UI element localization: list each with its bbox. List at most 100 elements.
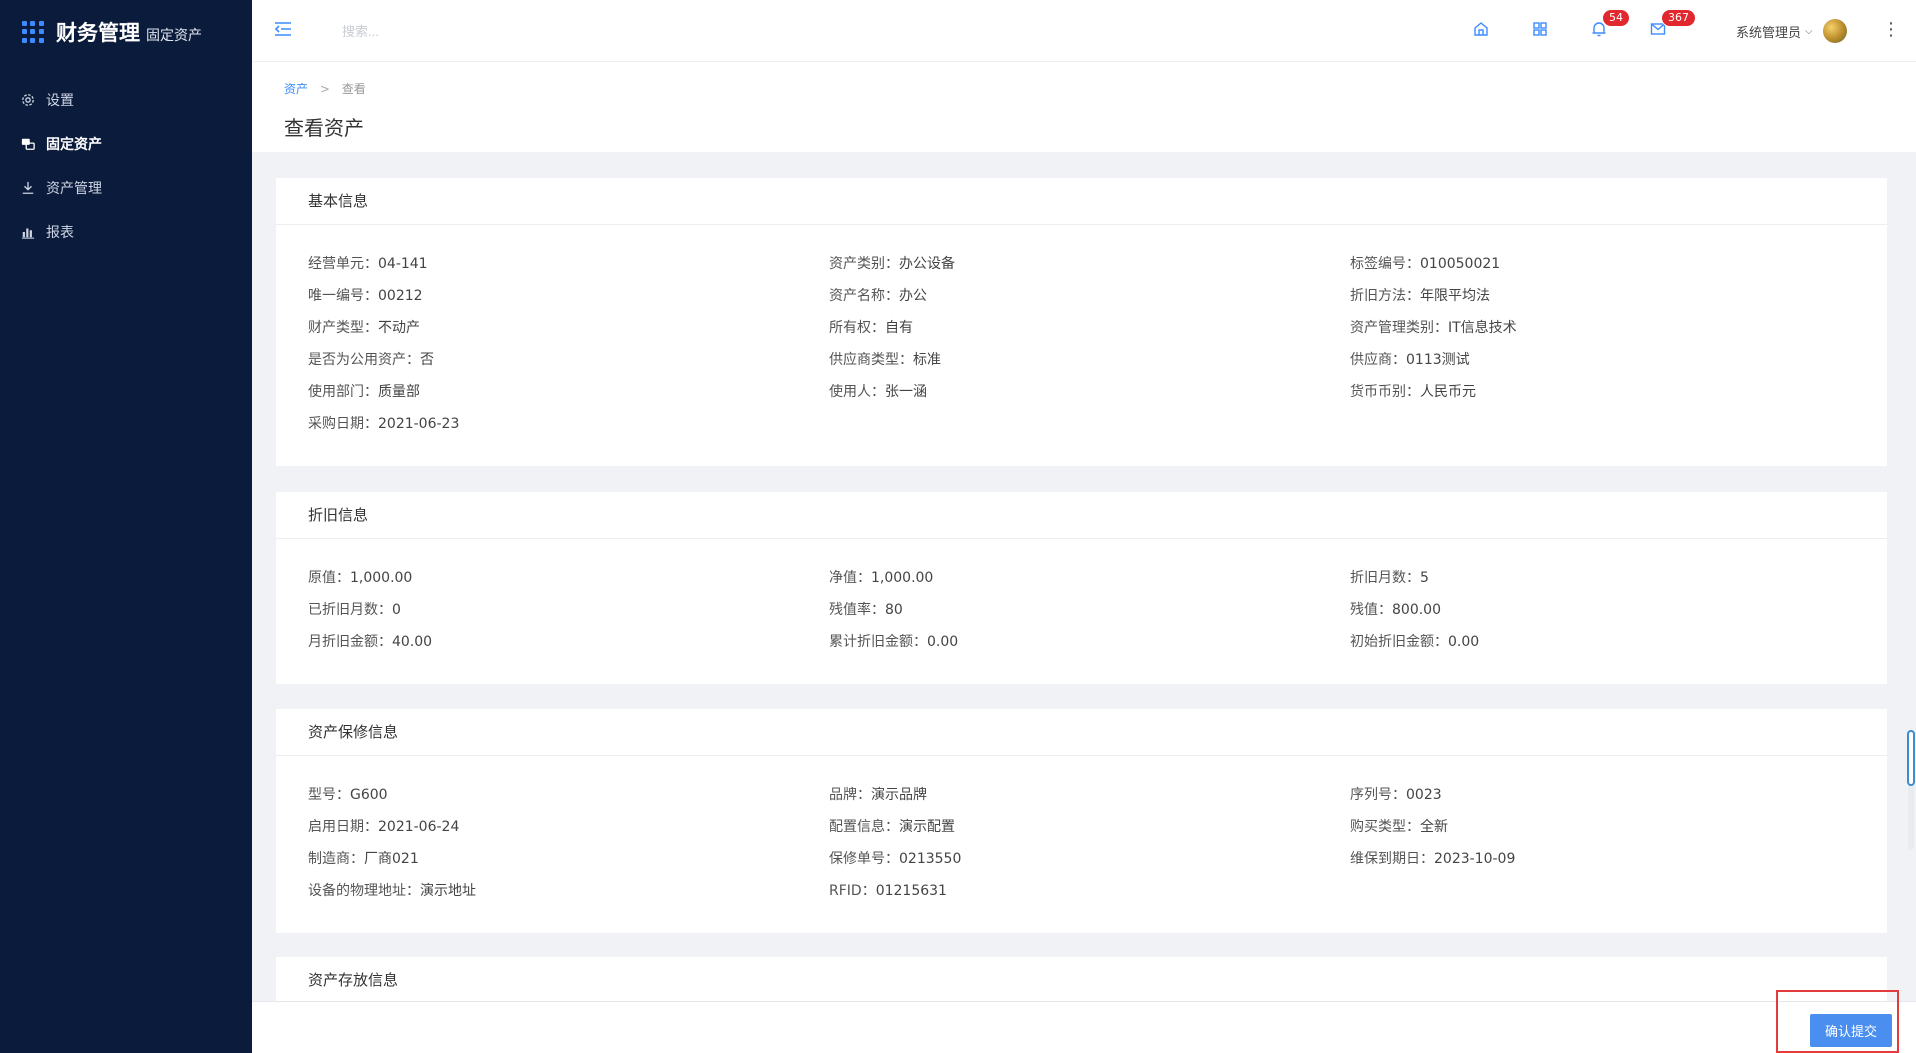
manage-icon	[20, 180, 36, 196]
field-label: 唯一编号：	[308, 288, 378, 304]
section-title: 折旧信息	[276, 492, 1887, 539]
scrollbar[interactable]	[1906, 62, 1916, 1053]
sidebar-item-label: 设置	[46, 93, 74, 109]
asset-icon	[20, 136, 36, 152]
field-rows: 经营单元：04-141 资产类别：办公设备 标签编号：010050021 唯一编号：0…	[276, 225, 1887, 439]
field-value: 人民币元	[1420, 384, 1476, 400]
field-row: 月折旧金额：40.00 累计折旧金额：0.00 初始折旧金额：0.00	[308, 625, 1855, 657]
field-value: 0.00	[927, 634, 959, 650]
field-value: 办公设备	[899, 256, 955, 272]
sidebar-nav: 设置 固定资产 资产管理 报表	[0, 78, 252, 254]
field-item: 启用日期：2021-06-24	[308, 816, 829, 836]
sidebar-item-label: 资产管理	[46, 181, 102, 197]
section-title: 资产保修信息	[276, 709, 1887, 756]
field-label: 月折旧金额：	[308, 634, 392, 650]
field-item: 供应商：0113测试	[1350, 349, 1871, 369]
home-icon[interactable]	[1472, 20, 1492, 40]
field-value: 0213550	[899, 851, 962, 867]
field-item: 已折旧月数：0	[308, 599, 829, 619]
field-row: 经营单元：04-141 资产类别：办公设备 标签编号：010050021	[308, 247, 1855, 279]
search-input[interactable]	[342, 18, 602, 44]
warranty-info-card: 资产保修信息 型号：G600 品牌：演示品牌 序列号：0023 启用日期：2021-0…	[276, 709, 1887, 933]
field-label: 供应商类型：	[829, 352, 913, 368]
field-label: 累计折旧金额：	[829, 634, 927, 650]
sidebar-item-asset-management[interactable]: 资产管理	[0, 166, 252, 210]
sidebar-item-label: 固定资产	[46, 137, 102, 153]
field-item: 所有权：自有	[829, 317, 1350, 337]
field-item: 型号：G600	[308, 784, 829, 804]
avatar[interactable]	[1822, 19, 1847, 43]
field-value: G600	[350, 787, 388, 803]
field-item: 制造商：厂商021	[308, 848, 829, 868]
apps-grid-icon[interactable]	[1531, 20, 1551, 40]
chevron-down-icon: ⌵	[1805, 25, 1813, 37]
gear-icon	[20, 92, 36, 108]
sidebar-item-reports[interactable]: 报表	[0, 210, 252, 254]
messages[interactable]: 367	[1649, 9, 1696, 40]
sidebar-item-settings[interactable]: 设置	[0, 78, 252, 122]
page-header: 资产 > 查看 查看资产	[252, 62, 1916, 152]
notification-bell[interactable]: 54	[1590, 9, 1630, 40]
field-label: 财产类型：	[308, 320, 378, 336]
field-label: 是否为公用资产：	[308, 352, 420, 368]
field-label: 净值：	[829, 570, 871, 586]
field-item: 供应商类型：标准	[829, 349, 1350, 369]
field-row: 型号：G600 品牌：演示品牌 序列号：0023	[308, 778, 1855, 810]
field-item: 经营单元：04-141	[308, 253, 829, 273]
scrollbar-thumb[interactable]	[1907, 730, 1915, 786]
field-value: 厂商021	[364, 851, 419, 867]
field-item: 标签编号：010050021	[1350, 253, 1871, 273]
breadcrumb-root-link[interactable]: 资产	[284, 82, 308, 96]
sidebar-item-fixed-assets[interactable]: 固定资产	[0, 122, 252, 166]
field-row: 启用日期：2021-06-24 配置信息：演示配置 购买类型：全新	[308, 810, 1855, 842]
more-options-icon[interactable]: ⋮	[1882, 20, 1900, 40]
field-value: 年限平均法	[1420, 288, 1490, 304]
field-value: 00212	[378, 288, 423, 304]
field-label: 已折旧月数：	[308, 602, 392, 618]
field-item: 保修单号：0213550	[829, 848, 1350, 868]
field-row: 使用部门：质量部 使用人：张一涵 货币币别：人民币元	[308, 375, 1855, 407]
footer-bar: 确认提交	[252, 1001, 1916, 1053]
field-item: 序列号：0023	[1350, 784, 1871, 804]
field-label: 经营单元：	[308, 256, 378, 272]
content-area[interactable]: 基本信息 经营单元：04-141 资产类别：办公设备 标签编号：010050021 唯…	[252, 152, 1916, 1001]
breadcrumb-current: 查看	[341, 82, 366, 96]
field-label: RFID：	[829, 883, 876, 899]
breadcrumb-separator: >	[319, 82, 330, 96]
field-item: 月折旧金额：40.00	[308, 631, 829, 651]
field-value: 2023-10-09	[1434, 851, 1516, 867]
user-menu[interactable]: 系统管理员 ⌵	[1736, 19, 1847, 43]
field-label: 资产管理类别：	[1350, 320, 1448, 336]
field-row: 制造商：厂商021 保修单号：0213550 维保到期日：2023-10-09	[308, 842, 1855, 874]
field-value: 80	[885, 602, 903, 618]
field-label: 序列号：	[1350, 787, 1406, 803]
field-item: 资产名称：办公	[829, 285, 1350, 305]
field-value: 张一涵	[885, 384, 927, 400]
field-item: 采购日期：2021-06-23	[308, 413, 829, 433]
breadcrumb: 资产 > 查看	[284, 80, 366, 97]
chart-icon	[20, 224, 36, 240]
field-label: 资产名称：	[829, 288, 899, 304]
field-label: 残值率：	[829, 602, 885, 618]
field-item: 使用人：张一涵	[829, 381, 1350, 401]
field-item: 原值：1,000.00	[308, 567, 829, 587]
user-name: 系统管理员	[1736, 25, 1802, 41]
field-item: 配置信息：演示配置	[829, 816, 1350, 836]
field-label: 原值：	[308, 570, 350, 586]
app-grid-icon	[22, 21, 44, 43]
field-row: 是否为公用资产：否 供应商类型：标准 供应商：0113测试	[308, 343, 1855, 375]
brand[interactable]: 财务管理 固定资产	[0, 0, 252, 64]
page-title: 查看资产	[284, 116, 364, 140]
field-item: 购买类型：全新	[1350, 816, 1871, 836]
field-label: 资产类别：	[829, 256, 899, 272]
field-value: 0113测试	[1406, 352, 1470, 368]
menu-toggle-icon[interactable]	[272, 18, 296, 42]
field-value: 0	[392, 602, 401, 618]
section-title: 基本信息	[276, 178, 1887, 225]
notification-badge: 54	[1602, 9, 1630, 27]
field-value: 自有	[885, 320, 913, 336]
field-item: 残值：800.00	[1350, 599, 1871, 619]
field-value: 800.00	[1392, 602, 1441, 618]
field-rows: 原值：1,000.00 净值：1,000.00 折旧月数：5 已折旧月数：0 残值率：8…	[276, 539, 1887, 657]
field-value: 1,000.00	[871, 570, 934, 586]
